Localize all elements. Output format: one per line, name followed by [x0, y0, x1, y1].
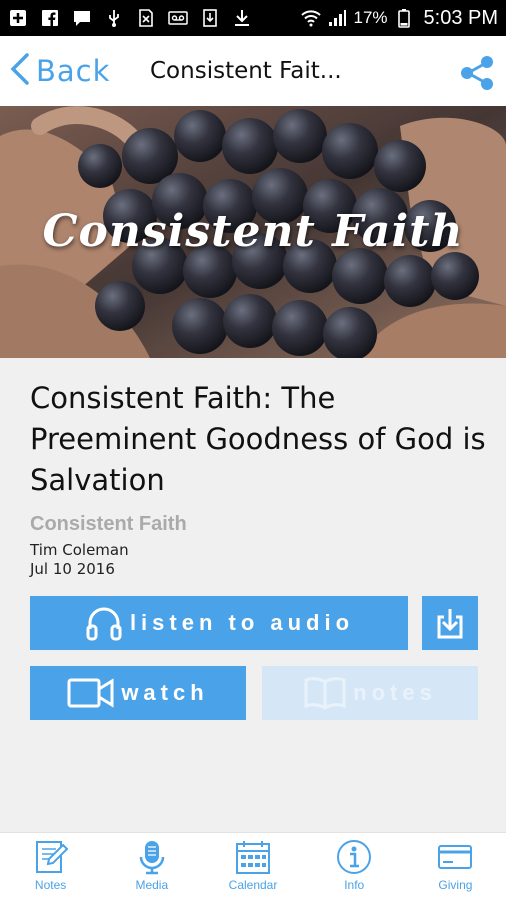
tab-notes[interactable]: Notes [0, 833, 101, 900]
back-button[interactable]: Back [8, 52, 110, 90]
voicemail-icon [168, 8, 188, 28]
download-icon [232, 8, 252, 28]
microphone-icon [139, 841, 165, 875]
notes-icon [35, 841, 69, 873]
notes-label: notes [353, 680, 437, 705]
share-icon[interactable] [458, 54, 496, 92]
hero-title: Consistent Faith [42, 206, 464, 257]
credit-card-icon [438, 845, 473, 869]
tab-calendar[interactable]: Calendar [202, 833, 303, 900]
tab-giving[interactable]: Giving [405, 833, 506, 900]
chevron-left-icon [8, 52, 30, 90]
sermon-title: Consistent Faith: The Preeminent Goodnes… [30, 381, 486, 497]
back-label: Back [36, 54, 111, 88]
no-sim-icon [136, 8, 156, 28]
page-title: Consistent Fait... [150, 58, 342, 84]
watch-label: watch [121, 680, 209, 705]
listen-to-audio-button[interactable]: listen to audio [30, 596, 408, 650]
tab-label: Notes [34, 878, 67, 892]
battery-icon [394, 8, 414, 28]
tab-info[interactable]: Info [304, 833, 405, 900]
wifi-icon [301, 8, 322, 28]
message-icon [72, 8, 92, 28]
navigation-bar: Back Consistent Fait... [0, 36, 506, 106]
calendar-icon [236, 841, 270, 874]
headphones-icon [86, 607, 122, 641]
speaker-name: Tim Coleman [30, 541, 129, 559]
book-icon [304, 677, 346, 710]
usb-icon [104, 8, 124, 28]
download-button[interactable] [422, 596, 478, 650]
clock: 5:03 PM [423, 6, 498, 29]
download-icon [437, 609, 463, 639]
series-name: Consistent Faith [30, 513, 187, 535]
add-notification-icon [8, 8, 28, 28]
notes-button[interactable]: notes [262, 666, 478, 720]
status-bar: 17% 5:03 PM [0, 0, 506, 36]
tab-bar: Notes Media Calendar Info Giving [0, 832, 506, 900]
watch-button[interactable]: watch [30, 666, 246, 720]
sermon-details: Consistent Faith: The Preeminent Goodnes… [30, 378, 490, 578]
tab-label: Media [135, 878, 169, 892]
tab-label: Calendar [228, 878, 278, 892]
tab-media[interactable]: Media [101, 833, 202, 900]
download-file-icon [200, 8, 220, 28]
battery-percent: 17% [353, 8, 388, 27]
signal-icon [327, 8, 347, 28]
facebook-icon [40, 8, 60, 28]
listen-label: listen to audio [129, 610, 355, 635]
tab-label: Info [344, 878, 365, 892]
tab-label: Giving [438, 878, 473, 892]
info-icon [337, 840, 372, 874]
sermon-date: Jul 10 2016 [30, 560, 115, 578]
video-camera-icon [67, 678, 114, 708]
sermon-hero-image: Consistent Faith [0, 106, 506, 358]
